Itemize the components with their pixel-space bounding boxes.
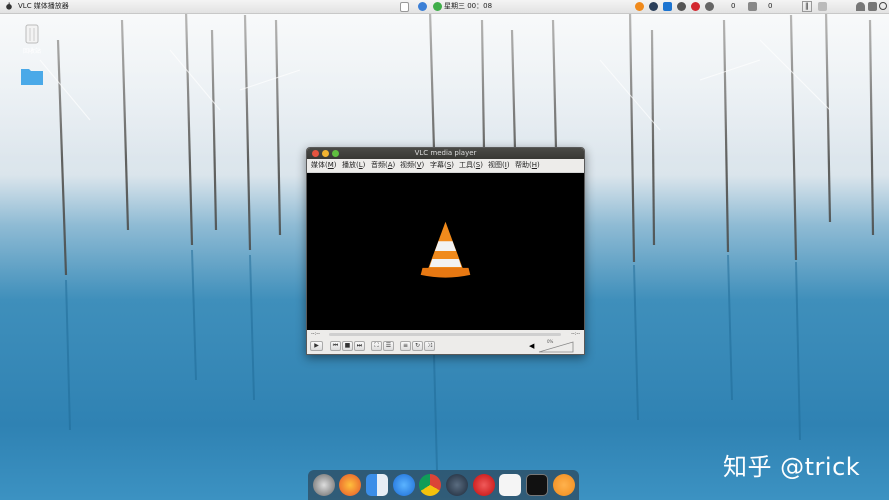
firefox-icon[interactable] (339, 474, 361, 496)
menu-subtitle[interactable]: 字幕(S) (430, 159, 454, 172)
terminal-icon[interactable] (526, 474, 548, 496)
menu-playback[interactable]: 播放(L) (342, 159, 365, 172)
minimize-button[interactable] (322, 150, 329, 157)
fullscreen-button[interactable]: ⛶ (371, 341, 382, 351)
menu-video[interactable]: 视频(V) (400, 159, 424, 172)
menu-view[interactable]: 视图(I) (488, 159, 510, 172)
active-app-title[interactable]: VLC 媒体播放器 (18, 0, 69, 13)
window-tray-icon[interactable] (818, 2, 827, 11)
clock[interactable]: 星期三 00：08 (444, 0, 492, 13)
bluetooth-tray-icon[interactable] (418, 2, 427, 11)
netease-music-icon[interactable] (473, 474, 495, 496)
menu-tools[interactable]: 工具(S) (459, 159, 483, 172)
shuffle-button[interactable]: ⤨ (424, 341, 435, 351)
vlc-titlebar[interactable]: VLC media player (307, 148, 584, 159)
menu-media[interactable]: 媒体(M) (311, 159, 337, 172)
top-menu-bar: VLC 媒体播放器 星期三 00：08 0 0 ‖ (0, 0, 889, 14)
dock (308, 470, 579, 500)
launchpad-icon[interactable] (313, 474, 335, 496)
menu-help[interactable]: 帮助(H) (515, 159, 540, 172)
maximize-button[interactable] (332, 150, 339, 157)
seek-slider[interactable] (329, 333, 561, 336)
window-title: VLC media player (414, 149, 477, 157)
folder-icon[interactable] (20, 65, 44, 87)
apple-logo-icon[interactable] (5, 2, 13, 10)
watermark: 知乎 @trick (723, 453, 861, 481)
tray-counter-2: 0 (768, 2, 773, 10)
netease-tray-icon[interactable] (691, 2, 700, 11)
time-elapsed: --:-- (311, 331, 320, 337)
play-button[interactable]: ▶ (310, 341, 323, 351)
trash-icon[interactable] (20, 22, 44, 44)
time-remaining: --:-- (571, 331, 580, 337)
typora-icon[interactable] (499, 474, 521, 496)
pause-icon[interactable]: ‖ (802, 1, 812, 12)
extended-settings-button[interactable]: ☰ (383, 341, 394, 351)
trash-label: 回收站 (22, 48, 41, 55)
vlc-menubar: 媒体(M) 播放(L) 音频(A) 视频(V) 字幕(S) 工具(S) 视图(I… (307, 159, 584, 173)
chat-tray-icon[interactable] (705, 2, 714, 11)
wifi-tray-icon[interactable] (856, 2, 865, 11)
chrome-icon[interactable] (419, 474, 441, 496)
control-bar: ▶ ⏮ ■ ⏭ ⛶ ☰ ≡ ↻ ⤨ ◀ 0% (307, 339, 584, 354)
vlc-window[interactable]: VLC media player 媒体(M) 播放(L) 音频(A) 视频(V)… (306, 147, 585, 355)
vlc-icon[interactable] (553, 474, 575, 496)
next-button[interactable]: ⏭ (354, 341, 365, 351)
previous-button[interactable]: ⏮ (330, 341, 341, 351)
wechat-tray-icon[interactable] (433, 2, 442, 11)
steam-tray-icon[interactable] (649, 2, 658, 11)
headphones-tray-icon[interactable] (677, 2, 686, 11)
teamviewer-tray-icon[interactable] (663, 2, 672, 11)
finder-icon[interactable] (366, 474, 388, 496)
app-store-icon[interactable] (393, 474, 415, 496)
document-tray-icon[interactable] (400, 2, 409, 12)
volume-percent: 0% (547, 339, 554, 344)
volume-icon[interactable] (868, 2, 877, 11)
volume-slider[interactable] (538, 341, 574, 353)
menu-audio[interactable]: 音频(A) (371, 159, 395, 172)
stop-button[interactable]: ■ (342, 341, 353, 351)
steam-icon[interactable] (446, 474, 468, 496)
vlc-tray-icon[interactable] (635, 2, 644, 11)
seek-bar-row: --:-- --:-- (307, 330, 584, 339)
search-icon[interactable] (879, 2, 887, 10)
vlc-cone-icon (420, 221, 471, 278)
speaker-icon[interactable]: ◀ (529, 342, 534, 350)
playlist-button[interactable]: ≡ (400, 341, 411, 351)
network-tray-icon[interactable] (748, 2, 757, 11)
loop-button[interactable]: ↻ (412, 341, 423, 351)
tray-counter-1: 0 (731, 2, 736, 10)
close-button[interactable] (312, 150, 319, 157)
video-area[interactable] (307, 173, 584, 330)
